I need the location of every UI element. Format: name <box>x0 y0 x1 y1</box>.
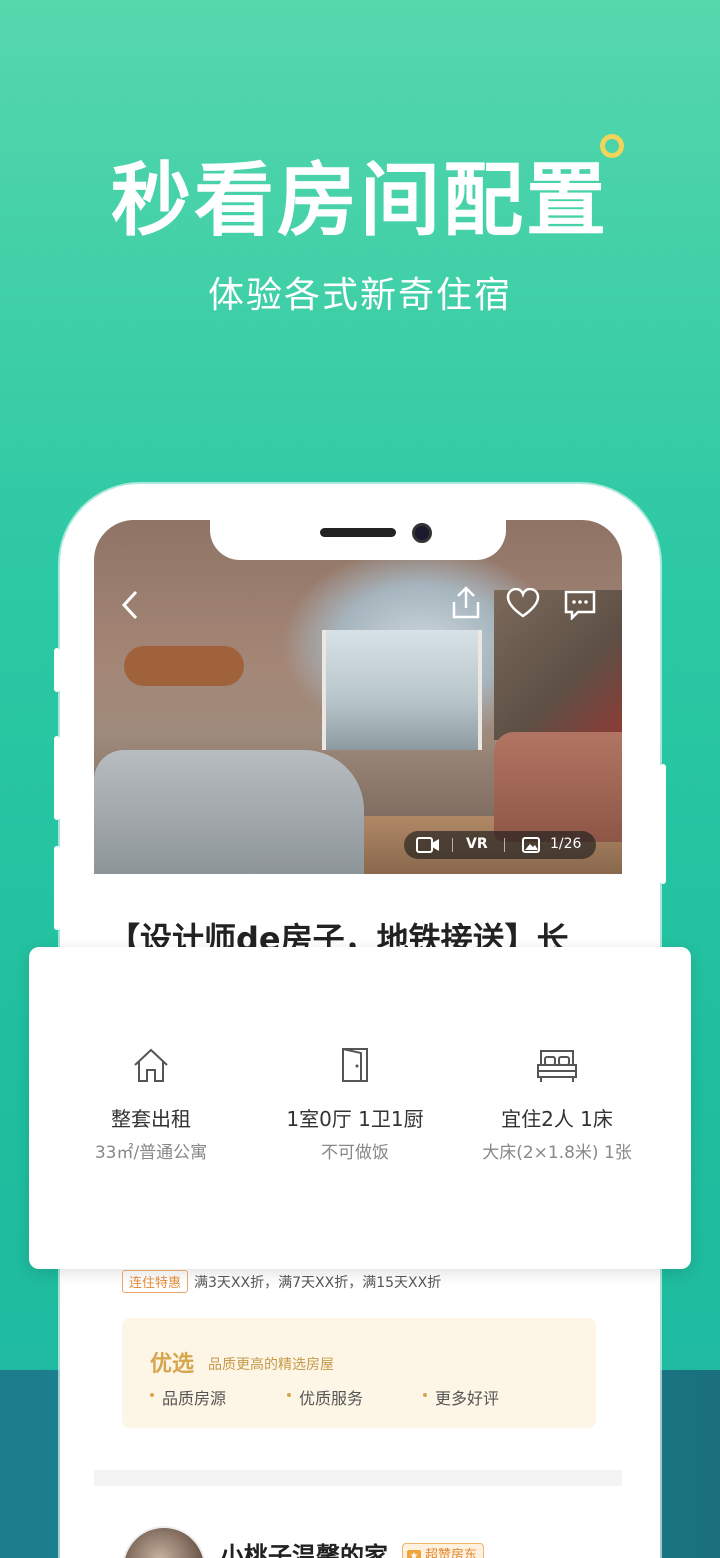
pill-separator <box>504 838 505 852</box>
pill-separator <box>452 838 453 852</box>
gallery-icon[interactable] <box>522 837 540 857</box>
premium-desc: 品质更高的精选房屋 <box>208 1357 334 1373</box>
phone-power-button <box>660 764 666 884</box>
photo-guitar <box>124 646 244 686</box>
decorative-ring <box>600 134 624 158</box>
feature-main-text: 宜住2人 1床 <box>501 1107 613 1131</box>
feature-sub-text: 不可做饭 <box>321 1143 389 1163</box>
feature-main-text: 1室0厅 1卫1厨 <box>286 1107 424 1131</box>
favorite-heart-icon[interactable] <box>506 587 540 622</box>
premium-point: 品质房源 <box>149 1385 226 1409</box>
feature-bed: 宜住2人 1床 大床(2×1.8米) 1张 <box>447 1045 667 1163</box>
photo-sofa <box>494 732 622 842</box>
feature-sub-text: 33㎡/普通公寓 <box>94 1143 208 1163</box>
phone-side-button <box>54 736 60 820</box>
media-pill: VR 1/26 <box>404 831 596 859</box>
room-config-card: 整套出租 33㎡/普通公寓 1室0厅 1卫1厨 不可做饭 宜住2人 1床 大床(… <box>29 947 691 1269</box>
photo-window <box>322 630 482 750</box>
house-icon <box>134 1048 168 1082</box>
star-icon: ★ <box>407 1550 421 1558</box>
photo-bed <box>94 750 364 874</box>
premium-point: 更多好评 <box>422 1385 499 1409</box>
phone-side-button <box>54 846 60 930</box>
host-name[interactable]: 小桃子温馨的家 <box>220 1536 388 1558</box>
message-icon[interactable] <box>564 590 596 624</box>
promo-text: 满3天XX折，满7天XX折，满15天XX折 <box>194 1275 442 1291</box>
door-icon <box>342 1048 368 1082</box>
vr-label[interactable]: VR <box>466 836 488 852</box>
feature-main-text: 整套出租 <box>111 1107 191 1131</box>
phone-side-button <box>54 648 60 692</box>
phone-notch <box>210 520 506 560</box>
premium-title: 优选 <box>150 1352 195 1377</box>
badge-label: 超赞房东 <box>425 1548 478 1558</box>
phone-camera <box>412 523 432 543</box>
promo-row: 连住特惠 满3天XX折，满7天XX折，满15天XX折 <box>122 1270 442 1293</box>
phone-speaker <box>320 528 396 537</box>
feature-rooms: 1室0厅 1卫1厨 不可做饭 <box>245 1045 465 1163</box>
room-photo[interactable]: VR 1/26 <box>94 520 622 874</box>
feature-whole-rent: 整套出租 33㎡/普通公寓 <box>41 1045 261 1163</box>
back-icon[interactable] <box>120 588 140 626</box>
feature-sub-text: 大床(2×1.8米) 1张 <box>482 1143 632 1163</box>
promo-tag: 连住特惠 <box>122 1270 189 1293</box>
section-divider <box>94 1470 622 1486</box>
hero-subtitle: 体验各式新奇住宿 <box>207 275 512 316</box>
share-icon[interactable] <box>450 586 482 624</box>
premium-point: 优质服务 <box>286 1385 363 1409</box>
video-icon[interactable] <box>416 836 440 858</box>
bed-icon <box>537 1050 577 1082</box>
photo-counter: 1/26 <box>550 836 582 852</box>
premium-box[interactable]: 优选 品质更高的精选房屋 品质房源 优质服务 更多好评 <box>122 1318 596 1428</box>
superhost-badge: ★ 超赞房东 <box>402 1543 485 1558</box>
